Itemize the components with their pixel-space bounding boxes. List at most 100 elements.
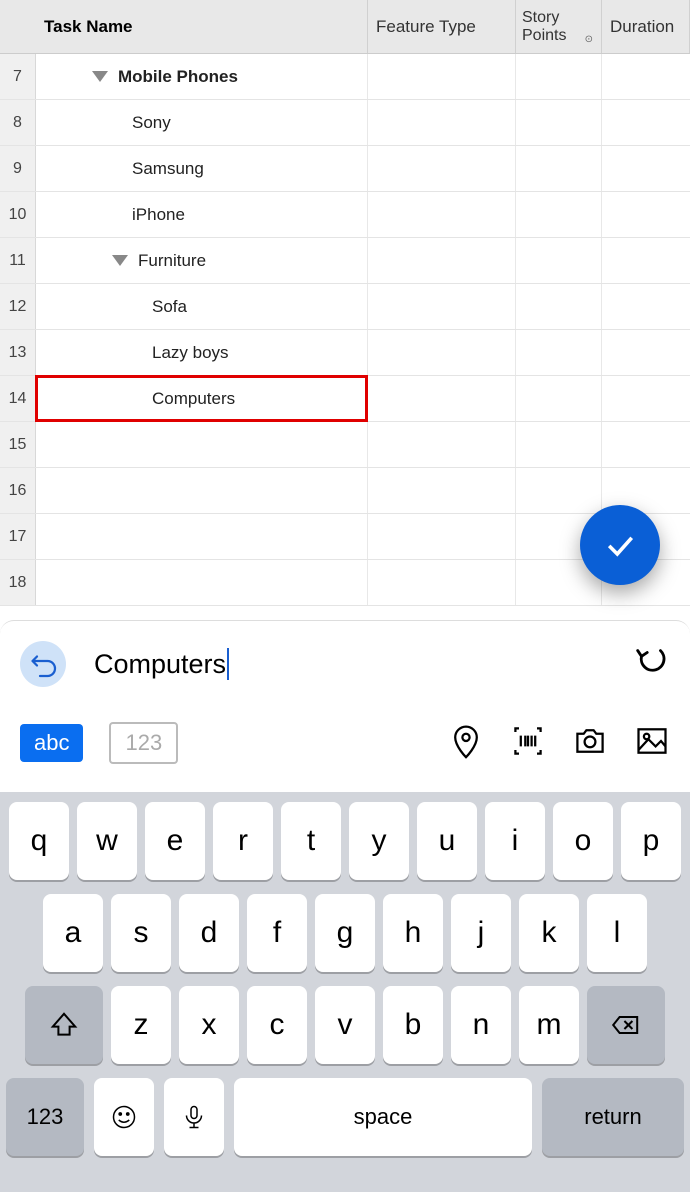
row-number[interactable]: 15 — [0, 422, 36, 467]
enter-button[interactable] — [632, 643, 670, 686]
cell-duration[interactable] — [602, 422, 690, 467]
text-input[interactable]: Computers — [94, 648, 632, 680]
cell-duration[interactable] — [602, 100, 690, 145]
cell-feature-type[interactable] — [368, 284, 516, 329]
key-a[interactable]: a — [43, 894, 103, 972]
cell-task-name[interactable] — [36, 514, 368, 559]
cell-story-points[interactable] — [516, 54, 602, 99]
row-number[interactable]: 18 — [0, 560, 36, 605]
key-x[interactable]: x — [179, 986, 239, 1064]
key-f[interactable]: f — [247, 894, 307, 972]
column-header-duration[interactable]: Duration — [602, 0, 690, 53]
key-space[interactable]: space — [234, 1078, 532, 1156]
cell-story-points[interactable] — [516, 330, 602, 375]
cell-task-name[interactable]: Sofa — [36, 284, 368, 329]
key-emoji[interactable] — [94, 1078, 154, 1156]
key-p[interactable]: p — [621, 802, 681, 880]
key-c[interactable]: c — [247, 986, 307, 1064]
cell-feature-type[interactable] — [368, 376, 516, 421]
key-b[interactable]: b — [383, 986, 443, 1064]
key-l[interactable]: l — [587, 894, 647, 972]
cell-story-points[interactable] — [516, 376, 602, 421]
key-o[interactable]: o — [553, 802, 613, 880]
cell-duration[interactable] — [602, 146, 690, 191]
table-row[interactable]: 7Mobile Phones — [0, 54, 690, 100]
cell-story-points[interactable] — [516, 284, 602, 329]
mode-123-button[interactable]: 123 — [109, 722, 178, 764]
key-r[interactable]: r — [213, 802, 273, 880]
cell-feature-type[interactable] — [368, 54, 516, 99]
collapse-triangle-icon[interactable] — [112, 255, 128, 266]
key-shift[interactable] — [25, 986, 103, 1064]
key-e[interactable]: e — [145, 802, 205, 880]
row-number[interactable]: 10 — [0, 192, 36, 237]
column-header-task[interactable]: Task Name — [36, 0, 368, 53]
undo-button[interactable] — [20, 641, 66, 687]
cell-feature-type[interactable] — [368, 146, 516, 191]
cell-duration[interactable] — [602, 330, 690, 375]
column-header-story-points[interactable]: Story Points ⊙ — [516, 0, 602, 53]
key-m[interactable]: m — [519, 986, 579, 1064]
cell-story-points[interactable] — [516, 422, 602, 467]
key-j[interactable]: j — [451, 894, 511, 972]
cell-task-name[interactable]: Lazy boys — [36, 330, 368, 375]
cell-story-points[interactable] — [516, 468, 602, 513]
table-row[interactable]: 16 — [0, 468, 690, 514]
key-z[interactable]: z — [111, 986, 171, 1064]
cell-story-points[interactable] — [516, 146, 602, 191]
cell-task-name[interactable]: Furniture — [36, 238, 368, 283]
row-number[interactable]: 17 — [0, 514, 36, 559]
row-number[interactable]: 13 — [0, 330, 36, 375]
confirm-button[interactable] — [580, 505, 660, 585]
cell-task-name[interactable] — [36, 560, 368, 605]
barcode-button[interactable] — [510, 723, 546, 764]
column-options-icon[interactable]: ⊙ — [585, 34, 593, 45]
row-number[interactable]: 16 — [0, 468, 36, 513]
key-dictation[interactable] — [164, 1078, 224, 1156]
cell-feature-type[interactable] — [368, 100, 516, 145]
collapse-triangle-icon[interactable] — [92, 71, 108, 82]
key-n[interactable]: n — [451, 986, 511, 1064]
table-row[interactable]: 15 — [0, 422, 690, 468]
key-h[interactable]: h — [383, 894, 443, 972]
key-y[interactable]: y — [349, 802, 409, 880]
cell-feature-type[interactable] — [368, 422, 516, 467]
image-button[interactable] — [634, 723, 670, 764]
cell-feature-type[interactable] — [368, 192, 516, 237]
key-q[interactable]: q — [9, 802, 69, 880]
table-row[interactable]: 12Sofa — [0, 284, 690, 330]
column-header-feature[interactable]: Feature Type — [368, 0, 516, 53]
cell-story-points[interactable] — [516, 192, 602, 237]
cell-task-name[interactable] — [36, 468, 368, 513]
camera-button[interactable] — [572, 723, 608, 764]
cell-feature-type[interactable] — [368, 468, 516, 513]
cell-feature-type[interactable] — [368, 514, 516, 559]
table-row[interactable]: 10iPhone — [0, 192, 690, 238]
key-backspace[interactable] — [587, 986, 665, 1064]
cell-task-name[interactable]: iPhone — [36, 192, 368, 237]
key-g[interactable]: g — [315, 894, 375, 972]
key-k[interactable]: k — [519, 894, 579, 972]
cell-story-points[interactable] — [516, 100, 602, 145]
cell-duration[interactable] — [602, 54, 690, 99]
row-number[interactable]: 7 — [0, 54, 36, 99]
cell-story-points[interactable] — [516, 238, 602, 283]
key-t[interactable]: t — [281, 802, 341, 880]
row-number[interactable]: 12 — [0, 284, 36, 329]
cell-task-name[interactable] — [36, 422, 368, 467]
key-s[interactable]: s — [111, 894, 171, 972]
table-row[interactable]: 11Furniture — [0, 238, 690, 284]
key-v[interactable]: v — [315, 986, 375, 1064]
cell-task-name[interactable]: Computers — [36, 376, 368, 421]
key-d[interactable]: d — [179, 894, 239, 972]
cell-task-name[interactable]: Samsung — [36, 146, 368, 191]
table-row[interactable]: 8Sony — [0, 100, 690, 146]
cell-task-name[interactable]: Mobile Phones — [36, 54, 368, 99]
row-number[interactable]: 8 — [0, 100, 36, 145]
table-row[interactable]: 13Lazy boys — [0, 330, 690, 376]
key-w[interactable]: w — [77, 802, 137, 880]
cell-feature-type[interactable] — [368, 238, 516, 283]
key-return[interactable]: return — [542, 1078, 684, 1156]
cell-duration[interactable] — [602, 192, 690, 237]
key-u[interactable]: u — [417, 802, 477, 880]
